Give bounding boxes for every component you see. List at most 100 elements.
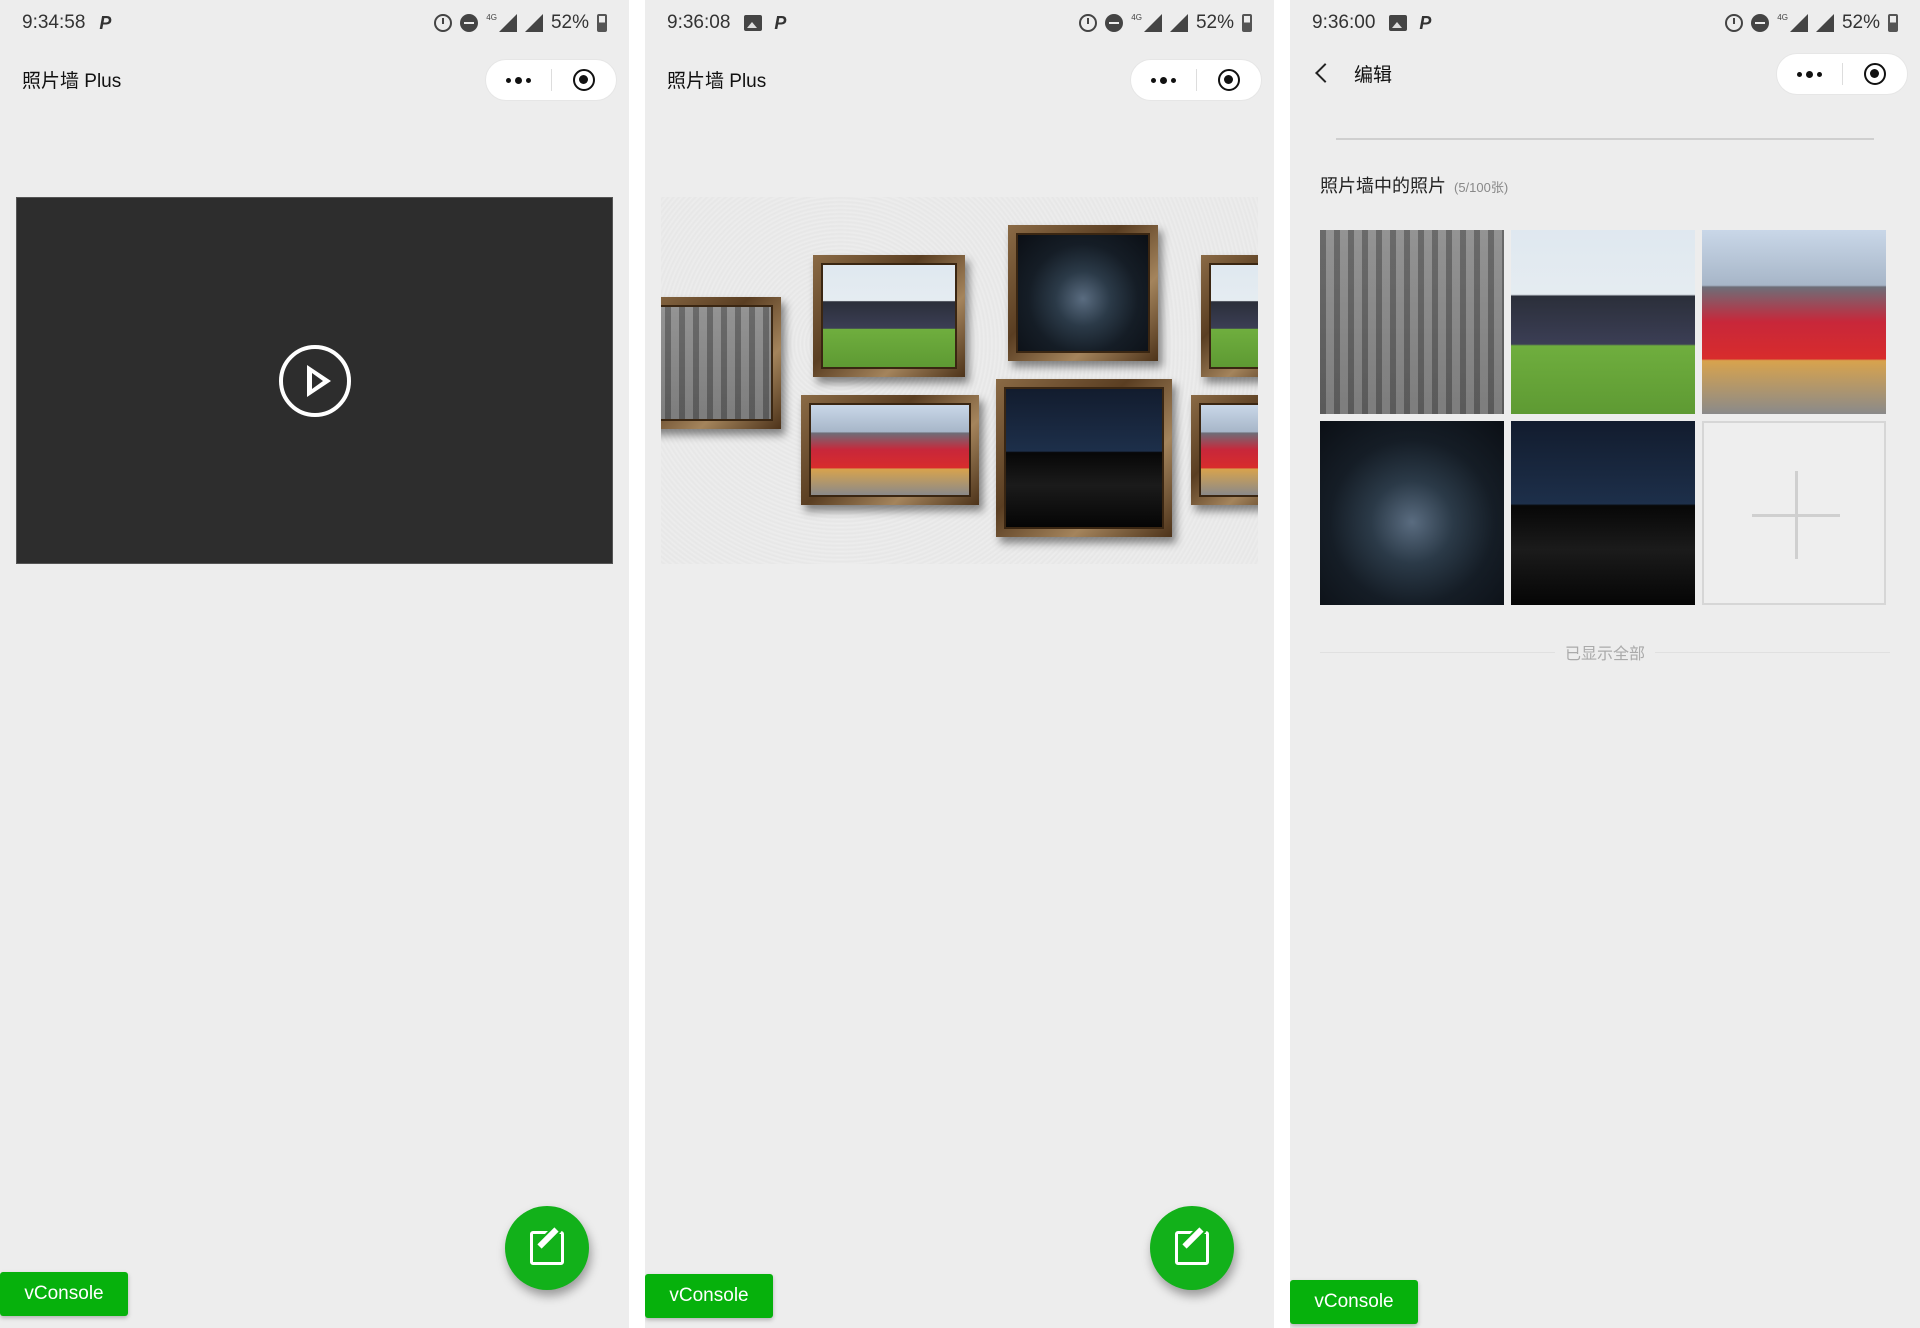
status-time: 9:34:58: [22, 12, 86, 33]
close-miniprogram-icon: [572, 69, 595, 91]
top-divider: [1336, 138, 1874, 140]
network-type-label: 4G: [1131, 12, 1142, 22]
photo-group: [1209, 263, 1258, 369]
more-button[interactable]: [1131, 76, 1196, 84]
edit-icon: [530, 1231, 564, 1265]
framed-photo-group-edge[interactable]: [1201, 255, 1258, 377]
photo-thumb-campus[interactable]: [1320, 230, 1504, 414]
close-miniprogram-icon: [1863, 63, 1886, 85]
battery-percent: 52%: [550, 12, 589, 33]
edit-fab-button[interactable]: [1150, 1206, 1234, 1290]
photo-thumb-laptop[interactable]: [1511, 421, 1695, 605]
do-not-disturb-icon: [1751, 14, 1770, 32]
close-miniprogram-button[interactable]: [1843, 63, 1908, 85]
video-player[interactable]: [16, 197, 613, 564]
screen-photo-wall: 9:36:08 P 4G 52% 照片墙 Plus vConsole: [645, 0, 1274, 1328]
framed-photo-night[interactable]: [1008, 225, 1158, 361]
photo-thumb-flag[interactable]: [1702, 230, 1886, 414]
do-not-disturb-icon: [1105, 14, 1124, 32]
framed-photo-campus[interactable]: [661, 297, 781, 429]
more-icon-dot: [1170, 77, 1176, 83]
alarm-icon: [434, 14, 453, 32]
page-title: 照片墙 Plus: [22, 70, 122, 92]
miniprogram-capsule: [485, 59, 617, 101]
section-title: 照片墙中的照片 (5/100张): [1320, 172, 1508, 198]
framed-photo-group[interactable]: [813, 255, 965, 377]
photo-group: [821, 263, 957, 369]
more-button[interactable]: [1777, 70, 1842, 78]
page-title: 照片墙 Plus: [667, 70, 767, 92]
network-type-label: 4G: [1777, 12, 1788, 22]
vconsole-button[interactable]: vConsole: [1290, 1280, 1418, 1324]
back-icon[interactable]: [1315, 63, 1335, 83]
vconsole-button[interactable]: vConsole: [645, 1274, 773, 1318]
do-not-disturb-icon: [460, 14, 479, 32]
battery-percent: 52%: [1841, 12, 1880, 33]
battery-icon: [1242, 14, 1252, 32]
close-miniprogram-button[interactable]: [552, 69, 617, 91]
signal-4g-icon: [1143, 14, 1162, 32]
image-icon: [744, 15, 763, 31]
image-icon: [1389, 15, 1408, 31]
end-of-list-text: 已显示全部: [1290, 640, 1920, 664]
screen-photo-wall-video: 9:34:58 P 4G 52% 照片墙 Plus vConsole: [0, 0, 629, 1328]
network-type-label: 4G: [486, 12, 497, 22]
signal-icon: [1815, 14, 1834, 32]
parking-icon: P: [99, 12, 112, 33]
photo-flag: [1199, 403, 1258, 497]
signal-4g-icon: [498, 14, 517, 32]
photo-wall[interactable]: [661, 197, 1258, 564]
signal-icon: [524, 14, 543, 32]
battery-icon: [597, 14, 607, 32]
photo-laptop: [1004, 387, 1164, 529]
plus-icon: [1752, 471, 1840, 559]
end-of-list-label: 已显示全部: [1554, 646, 1655, 663]
more-icon: [1150, 77, 1156, 83]
photo-grid: [1320, 230, 1886, 605]
more-icon: [1796, 71, 1802, 77]
status-time: 9:36:08: [667, 12, 731, 33]
photo-count: (5/100张): [1454, 180, 1509, 195]
status-bar: 9:36:08 P 4G 52%: [645, 0, 1274, 46]
screen-edit-photos: 9:36:00 P 4G 52% 编辑 照片墙中的照片 (5/100张) 已显示…: [1290, 0, 1920, 1328]
vconsole-button[interactable]: vConsole: [0, 1272, 128, 1316]
nav-bar: 编辑: [1290, 50, 1920, 96]
signal-4g-icon: [1789, 14, 1808, 32]
alarm-icon: [1079, 14, 1098, 32]
edit-fab-button[interactable]: [505, 1206, 589, 1290]
more-icon-dot: [525, 77, 531, 83]
photo-thumb-night[interactable]: [1320, 421, 1504, 605]
parking-icon: P: [1419, 12, 1432, 33]
photo-night: [1016, 233, 1150, 353]
status-time: 9:36:00: [1312, 12, 1376, 33]
photo-campus: [661, 305, 773, 421]
photo-flag: [809, 403, 971, 497]
section-title-text: 照片墙中的照片: [1320, 176, 1446, 196]
alarm-icon: [1725, 14, 1744, 32]
more-icon: [505, 77, 511, 83]
close-miniprogram-icon: [1217, 69, 1240, 91]
status-bar: 9:34:58 P 4G 52%: [0, 0, 629, 46]
page-title: 编辑: [1354, 64, 1393, 86]
close-miniprogram-button[interactable]: [1197, 69, 1262, 91]
status-bar: 9:36:00 P 4G 52%: [1290, 0, 1920, 46]
battery-percent: 52%: [1195, 12, 1234, 33]
signal-icon: [1169, 14, 1188, 32]
framed-photo-laptop[interactable]: [996, 379, 1172, 537]
more-button[interactable]: [486, 76, 551, 84]
photo-thumb-group[interactable]: [1511, 230, 1695, 414]
battery-icon: [1888, 14, 1898, 32]
edit-icon: [1175, 1231, 1209, 1265]
miniprogram-capsule: [1776, 53, 1908, 95]
add-photo-button[interactable]: [1702, 421, 1886, 605]
play-icon[interactable]: [279, 345, 351, 417]
framed-photo-flag-edge[interactable]: [1191, 395, 1258, 505]
more-icon-dot: [1805, 70, 1813, 78]
nav-bar: 照片墙 Plus: [0, 56, 629, 102]
parking-icon: P: [774, 12, 787, 33]
framed-photo-flag[interactable]: [801, 395, 979, 505]
nav-bar: 照片墙 Plus: [645, 56, 1274, 102]
more-icon-dot: [1159, 76, 1167, 84]
more-icon-dot: [1816, 71, 1822, 77]
more-icon-dot: [514, 76, 522, 84]
